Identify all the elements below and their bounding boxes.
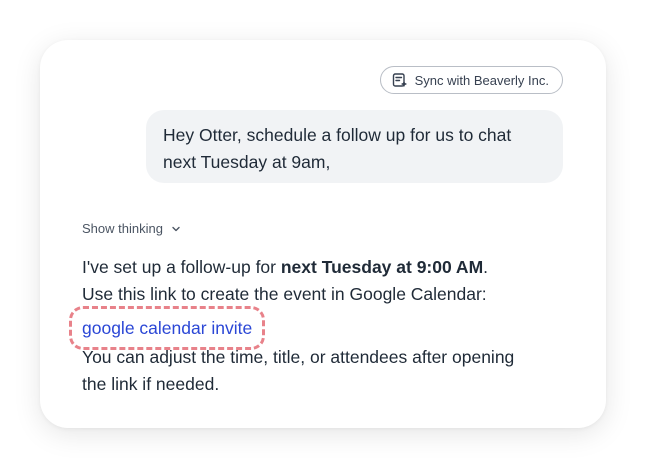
highlighted-link-region: google calendar invite [68, 306, 266, 350]
show-thinking-toggle[interactable]: Show thinking [82, 221, 181, 236]
google-calendar-invite-link[interactable]: google calendar invite [82, 318, 252, 338]
assistant-bold-text: next Tuesday at 9:00 AM [280, 257, 484, 277]
user-message-line: next Tuesday at 9am, [163, 152, 331, 172]
assistant-text: I've set up a follow-up for [82, 257, 281, 277]
chevron-down-icon [171, 224, 181, 234]
assistant-message-line: the link if needed. [82, 374, 220, 394]
sync-button[interactable]: Sync with Beaverly Inc. [379, 66, 563, 94]
user-message-line: Hey Otter, schedule a follow up for us t… [163, 125, 512, 145]
sync-button-label: Sync with Beaverly Inc. [414, 72, 549, 88]
show-thinking-label: Show thinking [82, 221, 163, 236]
assistant-message-line: Use this link to create the event in Goo… [82, 284, 487, 304]
chat-card: Sync with Beaverly Inc. Hey Otter, sched… [40, 40, 606, 428]
assistant-message-line: I've set up a follow-up for next Tuesday… [82, 254, 572, 281]
assistant-message-line: You can adjust the time, title, or atten… [82, 347, 515, 367]
user-message-bubble: Hey Otter, schedule a follow up for us t… [146, 110, 563, 183]
assistant-text: . [483, 257, 489, 277]
calendar-sync-icon [392, 72, 408, 88]
assistant-message: I've set up a follow-up for next Tuesday… [68, 254, 572, 398]
